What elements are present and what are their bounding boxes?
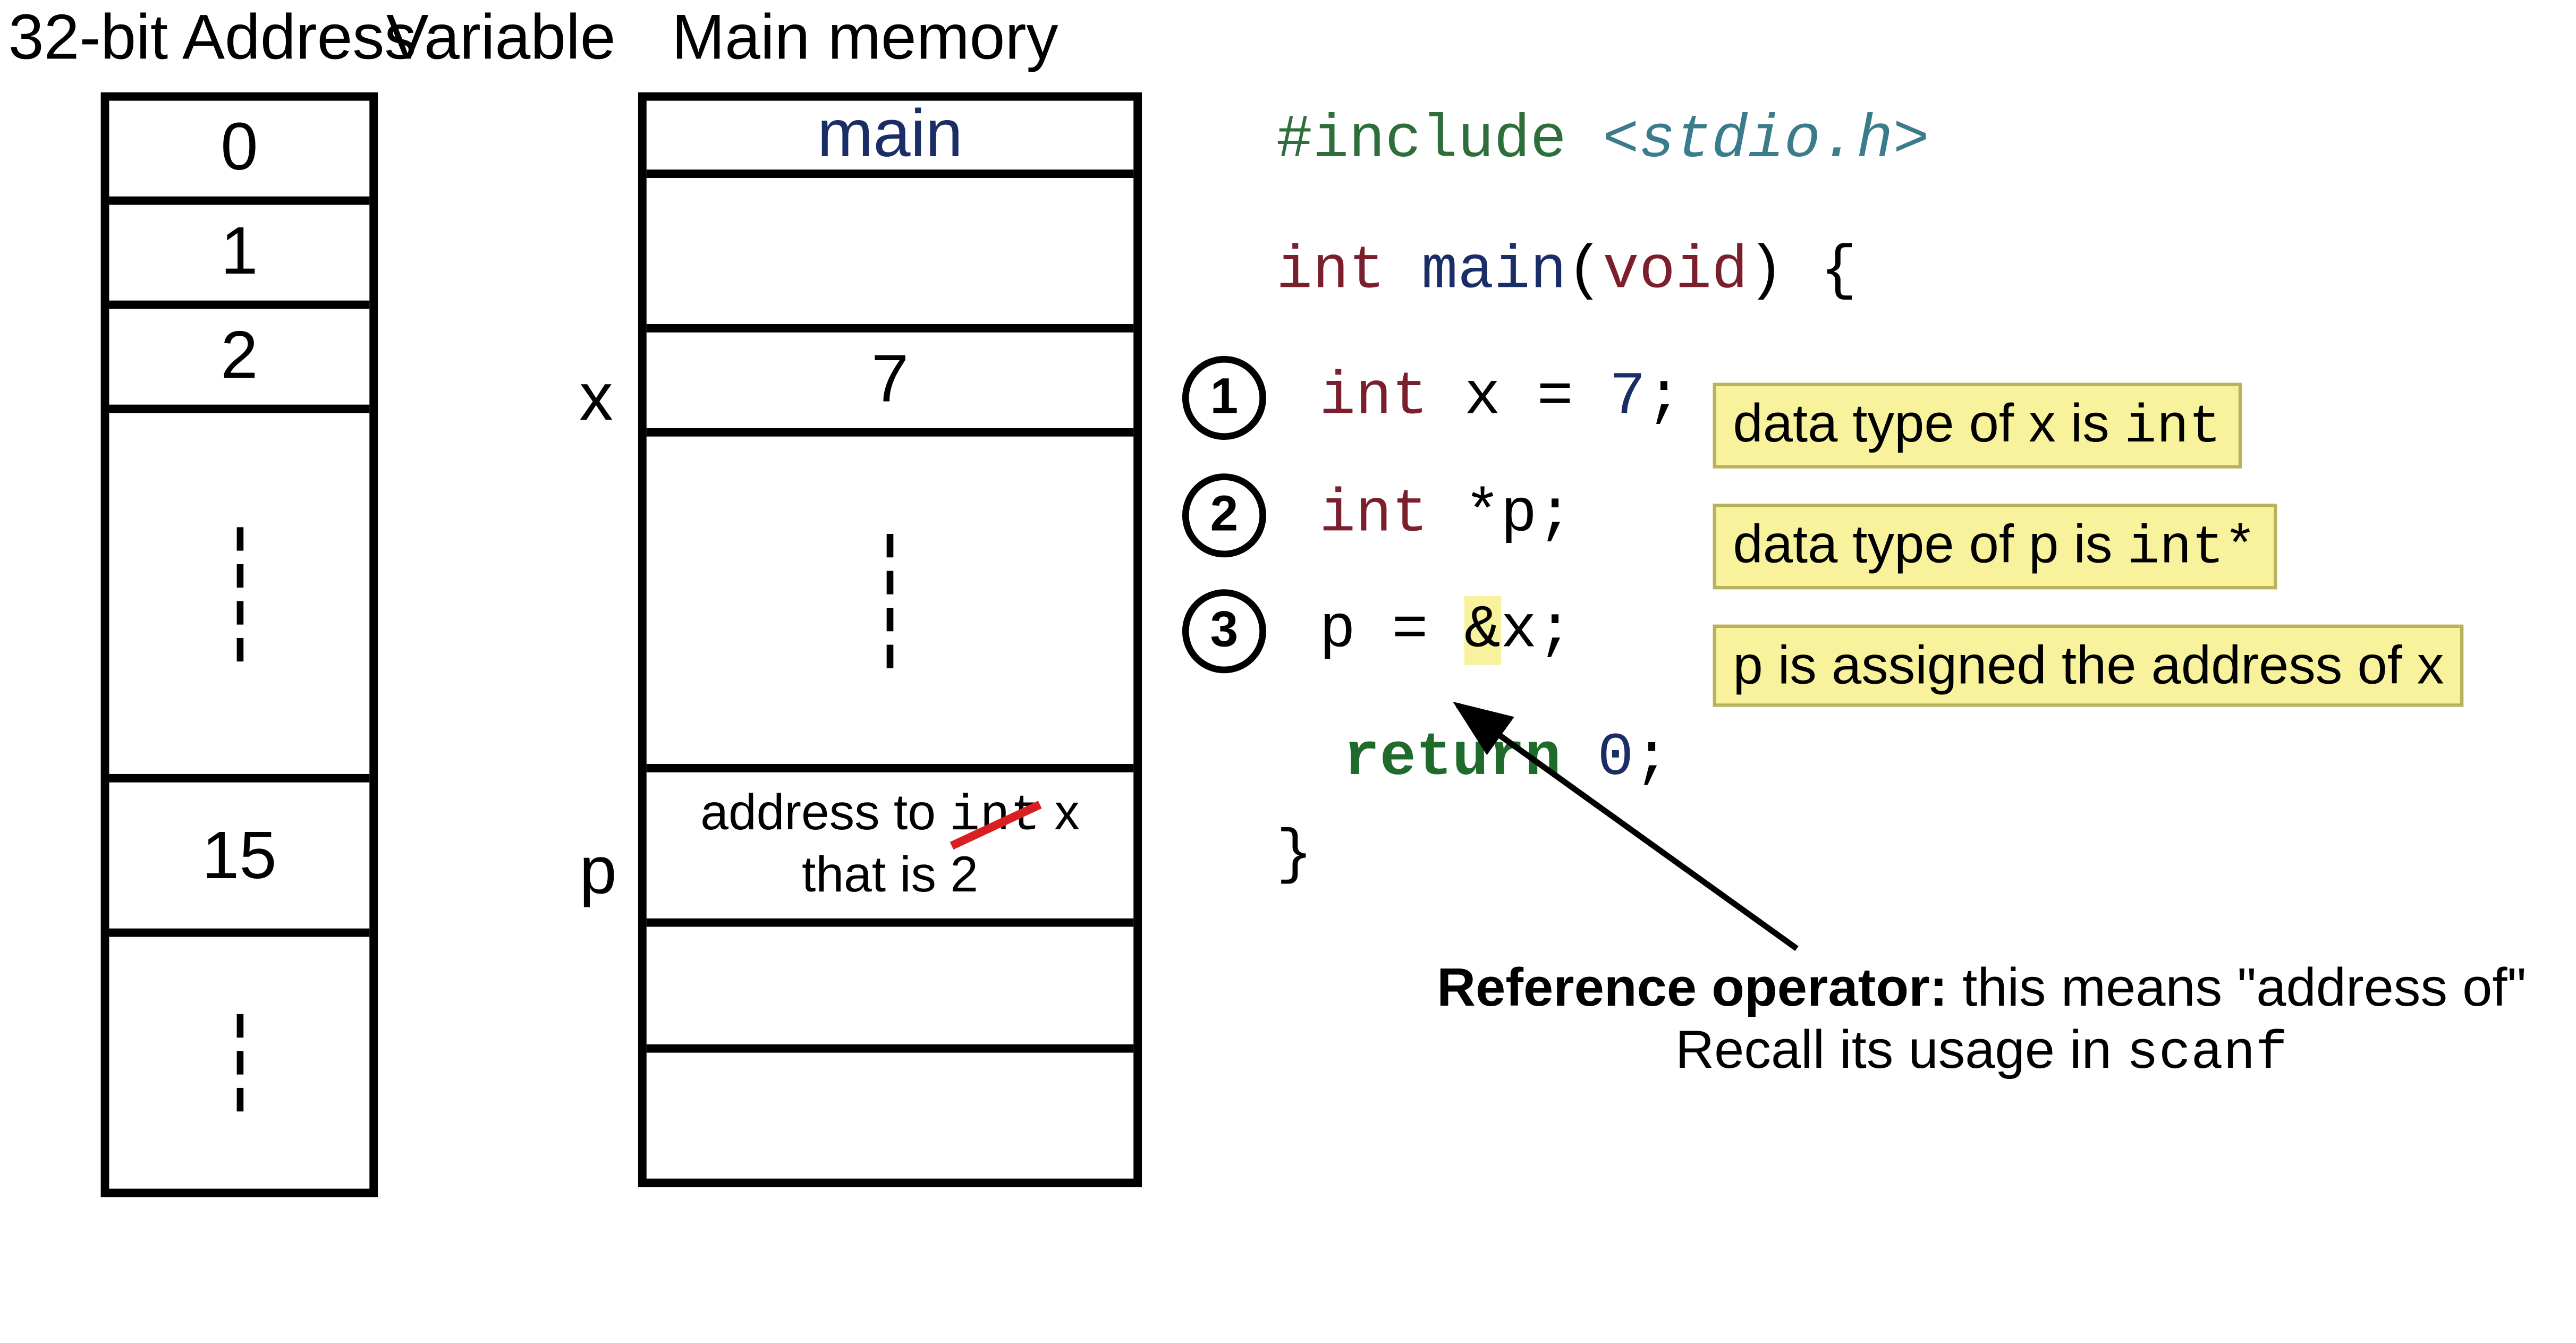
header-variable: Variable bbox=[386, 3, 616, 75]
addr-cell-dots1 bbox=[109, 413, 369, 782]
step-circle-3: 3 bbox=[1182, 590, 1266, 674]
address-column: 0 1 2 15 bbox=[101, 92, 378, 1197]
note-p-pre: data type of p is bbox=[1733, 514, 2127, 574]
mem-cell-x: 7 bbox=[647, 333, 1134, 437]
code-int-kw: int bbox=[1276, 236, 1421, 305]
code-return-kw: return bbox=[1343, 724, 1597, 793]
addr-cell-1: 1 bbox=[109, 205, 369, 309]
mem-p-text-post: x bbox=[1040, 786, 1080, 841]
code-l1-end: ; bbox=[1646, 363, 1682, 432]
note-x-pre: data type of x is bbox=[1733, 393, 2124, 454]
mem-p-text-pre: address to bbox=[700, 786, 950, 841]
variable-label-x: x bbox=[579, 361, 613, 436]
note-p-type: data type of p is int* bbox=[1713, 504, 2277, 589]
code-main-args: (void) { bbox=[1566, 236, 1857, 305]
addr-cell-0: 0 bbox=[109, 101, 369, 205]
ref-bold: Reference operator: bbox=[1437, 957, 1947, 1017]
header-address: 32-bit Address bbox=[9, 3, 417, 75]
code-include-hdr: <stdio.h> bbox=[1603, 106, 1929, 175]
code-main-fn: main bbox=[1421, 236, 1566, 305]
mem-cell-p: address to int x that is 2 bbox=[647, 772, 1134, 927]
code-l3-post: x; bbox=[1501, 597, 1573, 666]
code-l1-mid: x = bbox=[1464, 363, 1609, 432]
addr-cell-dots2 bbox=[109, 937, 369, 1188]
mem-p-text-int: int bbox=[950, 789, 1040, 847]
mem-cell-empty3 bbox=[647, 1053, 1134, 1179]
code-l1-int: int bbox=[1319, 363, 1464, 432]
note-p-mono: int* bbox=[2128, 517, 2257, 579]
code-l3-amp: & bbox=[1464, 597, 1501, 666]
code-main-sig: int main(void) { bbox=[1276, 223, 1929, 319]
code-include-line: #include <stdio.h> bbox=[1276, 92, 1929, 189]
ref-rest2-pre: Recall its usage in bbox=[1675, 1019, 2126, 1080]
code-return-num: 0 bbox=[1597, 724, 1633, 793]
variable-label-p: p bbox=[579, 835, 616, 910]
step-circle-2: 2 bbox=[1182, 473, 1266, 557]
reference-annotation: Reference operator: this means "address … bbox=[1377, 957, 2576, 1084]
mem-p-text-line2: that is 2 bbox=[802, 847, 978, 905]
memory-column: main 7 address to int x that is 2 bbox=[638, 92, 1142, 1187]
addr-cell-15: 15 bbox=[109, 783, 369, 937]
code-l2-int: int bbox=[1319, 480, 1464, 549]
note-x-type: data type of x is int bbox=[1713, 383, 2241, 469]
mem-cell-empty1 bbox=[647, 178, 1134, 333]
code-close-brace: } bbox=[1276, 807, 1929, 904]
code-l2-rest: *p; bbox=[1464, 480, 1573, 549]
header-main-mem: Main memory bbox=[672, 3, 1058, 75]
code-return-line: return 0; bbox=[1343, 710, 1929, 807]
code-l1-num: 7 bbox=[1609, 363, 1646, 432]
ref-rest1: this means "address of" bbox=[1947, 957, 2526, 1017]
note-p-assign: p is assigned the address of x bbox=[1713, 625, 2464, 707]
note-x-mono: int bbox=[2124, 396, 2221, 458]
code-l3-pre: p = bbox=[1319, 597, 1464, 666]
ref-rest2-mono: scanf bbox=[2126, 1023, 2287, 1085]
code-block: #include <stdio.h> int main(void) { 1 in… bbox=[1276, 92, 1929, 904]
code-return-end: ; bbox=[1634, 724, 1670, 793]
addr-cell-2: 2 bbox=[109, 309, 369, 413]
step-circle-1: 1 bbox=[1182, 356, 1266, 440]
code-include-kw: #include bbox=[1276, 106, 1603, 175]
mem-cell-main: main bbox=[647, 101, 1134, 178]
mem-cell-dots bbox=[647, 437, 1134, 772]
mem-cell-empty2 bbox=[647, 927, 1134, 1053]
